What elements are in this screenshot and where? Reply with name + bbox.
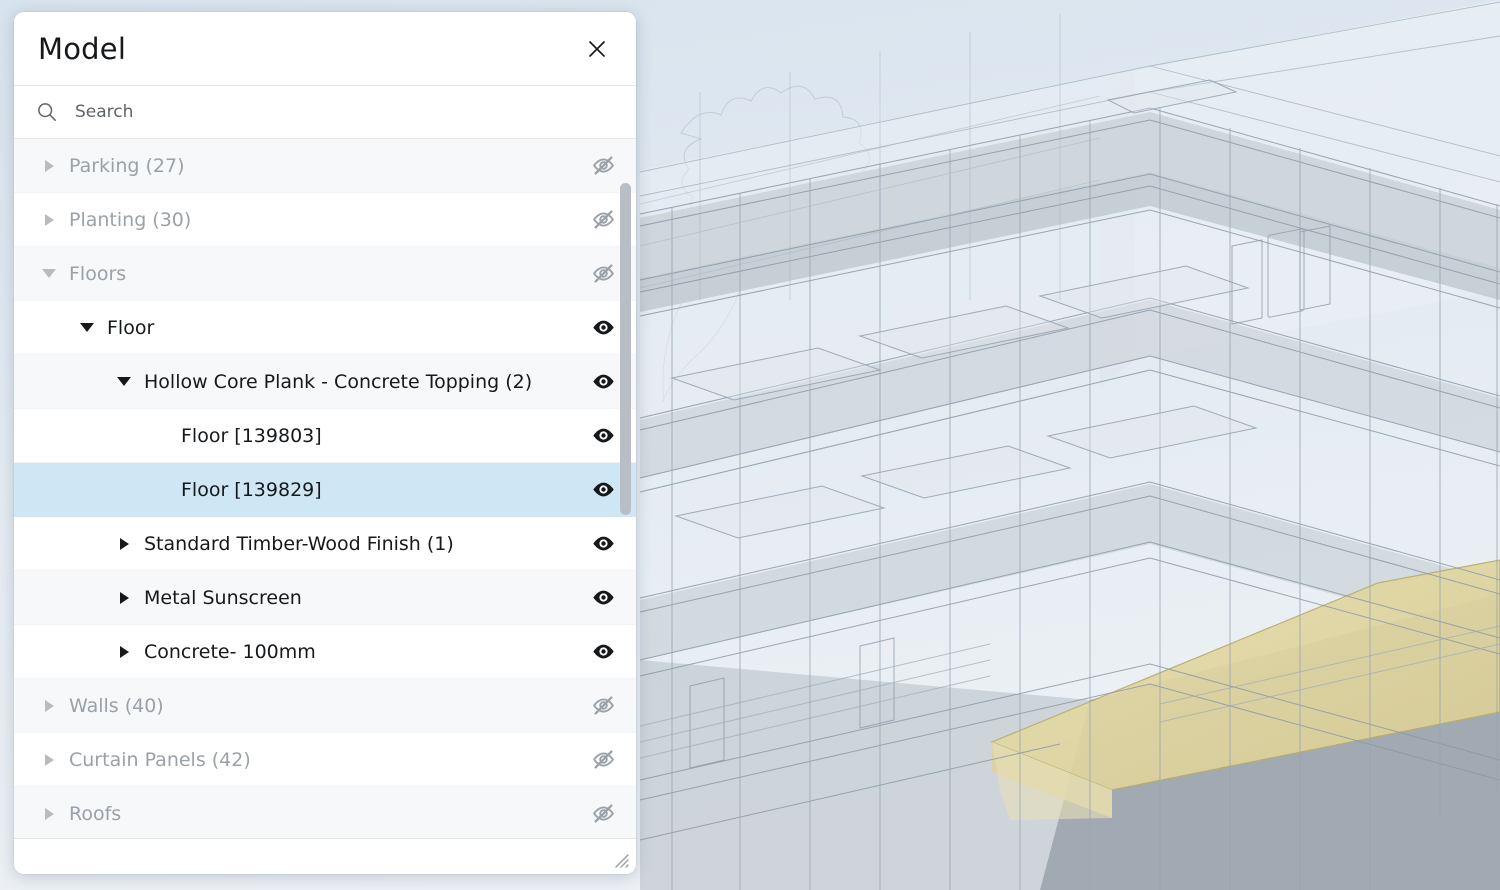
- eye-icon[interactable]: [586, 365, 620, 399]
- tree-row[interactable]: Floor: [14, 301, 636, 355]
- chevron-right-icon[interactable]: [38, 193, 60, 247]
- tree-row[interactable]: Floor [139829]: [14, 463, 636, 517]
- tree-row[interactable]: Floor [139803]: [14, 409, 636, 463]
- close-icon: [588, 40, 606, 57]
- eye-icon[interactable]: [586, 419, 620, 453]
- chevron-right-icon[interactable]: [38, 787, 60, 839]
- triangle-glyph: [42, 269, 56, 278]
- tree-row-label: Metal Sunscreen: [144, 586, 302, 609]
- model-tree-container[interactable]: Parking (27) Planting (30) Floors Floor Holl…: [14, 139, 636, 838]
- triangle-glyph: [44, 159, 54, 172]
- twisty-placeholder: [150, 463, 172, 517]
- tree-row-label: Planting (30): [69, 208, 192, 231]
- tree-scrollbar-thumb[interactable]: [620, 183, 631, 515]
- search-row[interactable]: [14, 86, 636, 139]
- tree-row[interactable]: Curtain Panels (42): [14, 733, 636, 787]
- tree-row-label: Roofs: [69, 802, 122, 825]
- eye-icon[interactable]: [586, 581, 620, 615]
- panel-title: Model: [38, 31, 127, 66]
- tree-row[interactable]: Planting (30): [14, 193, 636, 247]
- eye-icon[interactable]: [586, 473, 620, 507]
- model-panel[interactable]: Model Parking (27) Planting (30) Floors Flo…: [14, 12, 636, 874]
- close-button[interactable]: [580, 32, 614, 66]
- triangle-glyph: [119, 537, 129, 550]
- eye-off-icon[interactable]: [586, 743, 620, 777]
- tree-row[interactable]: Hollow Core Plank - Concrete Topping (2): [14, 355, 636, 409]
- tree-row-label: Floors: [69, 262, 127, 285]
- triangle-glyph: [117, 377, 131, 386]
- triangle-glyph: [119, 591, 129, 604]
- chevron-down-icon[interactable]: [38, 247, 60, 301]
- eye-icon[interactable]: [586, 311, 620, 345]
- tree-row[interactable]: Floors: [14, 247, 636, 301]
- tree-row-label: Hollow Core Plank - Concrete Topping (2): [144, 370, 533, 393]
- eye-off-icon[interactable]: [586, 689, 620, 723]
- tree-row[interactable]: Standard Timber-Wood Finish (1): [14, 517, 636, 571]
- triangle-glyph: [44, 699, 54, 712]
- model-tree[interactable]: Parking (27) Planting (30) Floors Floor Holl…: [14, 139, 636, 838]
- tree-row-label: Standard Timber-Wood Finish (1): [144, 532, 454, 555]
- triangle-glyph: [44, 213, 54, 226]
- search-input[interactable]: [75, 102, 618, 122]
- tree-row-label: Floor [139829]: [181, 478, 322, 501]
- tree-row[interactable]: Metal Sunscreen: [14, 571, 636, 625]
- triangle-glyph: [44, 753, 54, 766]
- eye-off-icon[interactable]: [586, 203, 620, 237]
- tree-row-label: Floor: [107, 316, 155, 339]
- eye-icon[interactable]: [586, 635, 620, 669]
- chevron-right-icon[interactable]: [38, 679, 60, 733]
- tree-row-label: Walls (40): [69, 694, 164, 717]
- chevron-right-icon[interactable]: [113, 571, 135, 625]
- triangle-glyph: [80, 323, 94, 332]
- tree-row-label: Concrete- 100mm: [144, 640, 316, 663]
- tree-row[interactable]: Parking (27): [14, 139, 636, 193]
- tree-row-label: Parking (27): [69, 154, 185, 177]
- chevron-down-icon[interactable]: [113, 355, 135, 409]
- panel-header: Model: [14, 12, 636, 86]
- panel-footer: [14, 838, 636, 874]
- tree-row-label: Curtain Panels (42): [69, 748, 251, 771]
- search-icon: [36, 101, 58, 123]
- tree-row[interactable]: Concrete- 100mm: [14, 625, 636, 679]
- twisty-placeholder: [150, 409, 172, 463]
- tree-row[interactable]: Walls (40): [14, 679, 636, 733]
- triangle-glyph: [119, 645, 129, 658]
- tree-row-label: Floor [139803]: [181, 424, 322, 447]
- chevron-right-icon[interactable]: [113, 517, 135, 571]
- chevron-right-icon[interactable]: [38, 733, 60, 787]
- eye-off-icon[interactable]: [586, 149, 620, 183]
- tree-row[interactable]: Roofs: [14, 787, 636, 838]
- resize-grip-icon[interactable]: [612, 851, 630, 869]
- eye-off-icon[interactable]: [586, 257, 620, 291]
- chevron-right-icon[interactable]: [38, 139, 60, 193]
- eye-off-icon[interactable]: [586, 797, 620, 831]
- eye-icon[interactable]: [586, 527, 620, 561]
- chevron-down-icon[interactable]: [76, 301, 98, 355]
- triangle-glyph: [44, 807, 54, 820]
- chevron-right-icon[interactable]: [113, 625, 135, 679]
